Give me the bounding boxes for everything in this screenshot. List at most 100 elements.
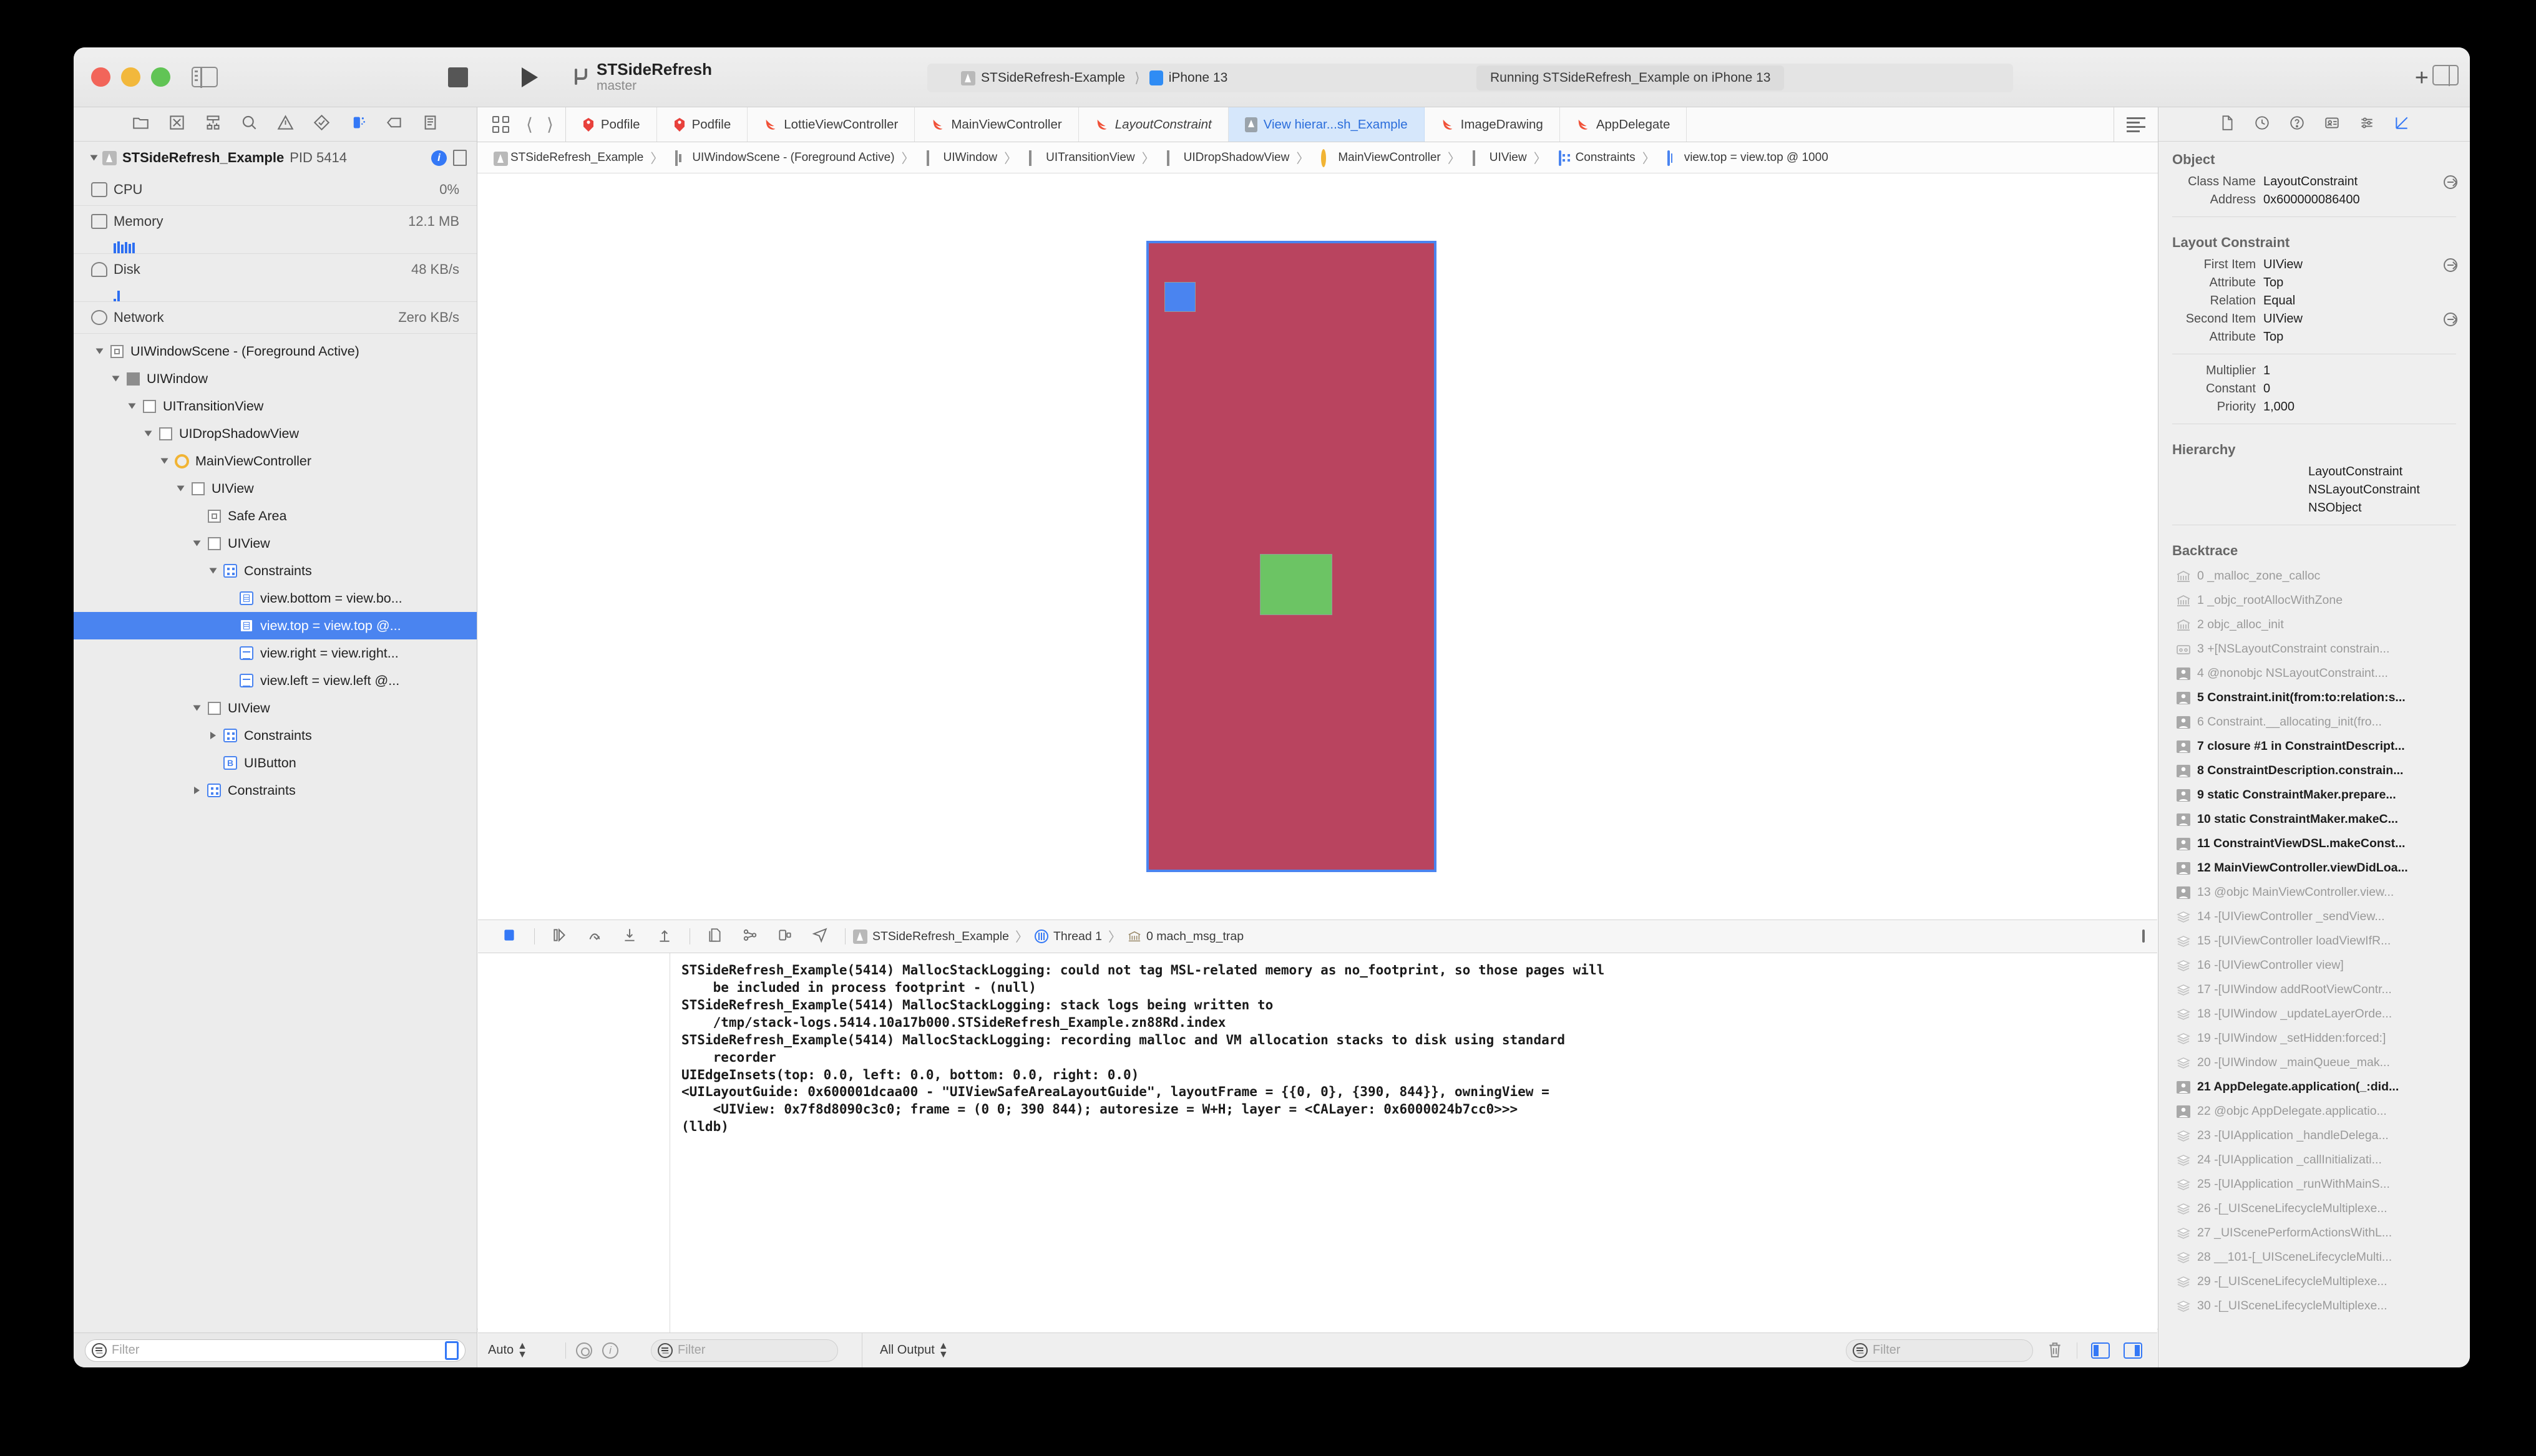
clear-console-icon[interactable] xyxy=(2047,1341,2063,1360)
navigator-filter-input[interactable]: Filter xyxy=(85,1339,466,1362)
disclosure-triangle-icon[interactable] xyxy=(177,485,184,492)
twisty[interactable] xyxy=(188,787,205,794)
reveal-arrow-icon[interactable] xyxy=(2444,312,2457,326)
disclosure-triangle-icon[interactable] xyxy=(90,155,98,161)
gauge-memory[interactable]: Memory 12.1 MB xyxy=(74,206,477,254)
step-over-icon[interactable] xyxy=(542,927,577,946)
breadcrumb-item[interactable]: UIDropShadowView xyxy=(1135,148,1289,167)
backtrace-row[interactable]: 25 -[UIApplication _runWithMainS... xyxy=(2158,1172,2470,1196)
memory-graph-icon[interactable] xyxy=(733,927,768,946)
backtrace-row[interactable]: 23 -[UIApplication _handleDelega... xyxy=(2158,1124,2470,1148)
backtrace-row[interactable]: 9 static ConstraintMaker.prepare... xyxy=(2158,783,2470,807)
output-selector[interactable]: All Output ▲ ▼ xyxy=(880,1341,949,1359)
reveal-arrow-icon[interactable] xyxy=(2444,175,2457,189)
console-filter-input[interactable]: Filter xyxy=(1846,1339,2033,1362)
root-view-render[interactable] xyxy=(1146,241,1436,872)
forward-chevron-icon[interactable]: ⟩ xyxy=(540,114,560,135)
attributes-inspector-icon[interactable] xyxy=(2349,115,2384,134)
back-chevron-icon[interactable]: ⟨ xyxy=(519,114,540,135)
disclosure-triangle-icon[interactable] xyxy=(112,376,119,382)
info-icon[interactable]: i xyxy=(431,150,447,166)
disclosure-triangle-icon[interactable] xyxy=(144,430,152,437)
editor-tab[interactable]: Podfile xyxy=(657,107,748,142)
search-icon[interactable] xyxy=(231,114,267,134)
breadcrumb-item[interactable]: UITransitionView xyxy=(997,148,1135,167)
source-control-icon[interactable] xyxy=(158,114,195,134)
tree-row[interactable]: Constraints xyxy=(74,557,477,585)
editor-tab[interactable]: Podfile xyxy=(566,107,657,142)
tree-row[interactable]: UIView xyxy=(74,530,477,557)
backtrace-row[interactable]: 22 @objc AppDelegate.applicatio... xyxy=(2158,1099,2470,1124)
tree-row[interactable]: UIWindow xyxy=(74,365,477,392)
gauge-disk[interactable]: Disk 48 KB/s xyxy=(74,254,477,302)
tree-row[interactable]: UIView xyxy=(74,475,477,502)
stepper-icon[interactable]: ▲ ▼ xyxy=(939,1341,949,1359)
disclosure-triangle-icon[interactable] xyxy=(209,568,217,574)
debug-icon[interactable] xyxy=(339,114,376,134)
backtrace-row[interactable]: 21 AppDelegate.application(_:did... xyxy=(2158,1075,2470,1099)
stop-button[interactable] xyxy=(448,67,468,87)
test-icon[interactable] xyxy=(303,114,339,134)
variables-filter-input[interactable]: Filter xyxy=(651,1339,838,1362)
twisty[interactable] xyxy=(156,457,172,465)
scheme-selector[interactable]: STSideRefresh-Example ⟩ iPhone 13 xyxy=(961,70,1227,86)
breadcrumb-item[interactable]: Constraints xyxy=(1527,148,1636,167)
twisty[interactable] xyxy=(205,567,221,575)
zoom-button[interactable] xyxy=(151,67,170,87)
file-inspector-icon[interactable] xyxy=(2210,115,2245,134)
folder-icon[interactable] xyxy=(122,114,158,134)
backtrace-row[interactable]: 0 _malloc_zone_calloc xyxy=(2158,564,2470,588)
backtrace-row[interactable]: 3 +[NSLayoutConstraint constrain... xyxy=(2158,637,2470,661)
disclosure-triangle-icon[interactable] xyxy=(193,787,200,794)
info-icon[interactable]: i xyxy=(602,1342,618,1359)
breakpoint-icon[interactable] xyxy=(376,114,412,134)
tree-row[interactable]: UIWindowScene - (Foreground Active) xyxy=(74,337,477,365)
backtrace-row[interactable]: 20 -[UIWindow _mainQueue_mak... xyxy=(2158,1051,2470,1075)
editor-tab[interactable]: MainViewController xyxy=(915,107,1079,142)
backtrace-row[interactable]: 5 Constraint.init(from:to:relation:s... xyxy=(2158,686,2470,710)
report-icon[interactable] xyxy=(412,114,448,134)
debug-breadcrumb-item[interactable]: STSideRefresh_Example xyxy=(853,929,1009,944)
disclosure-triangle-icon[interactable] xyxy=(160,458,168,464)
process-row[interactable]: STSideRefresh_Example PID 5414 i xyxy=(74,142,477,174)
issue-icon[interactable] xyxy=(267,114,303,134)
blue-subview[interactable] xyxy=(1164,282,1196,312)
run-button[interactable] xyxy=(522,67,538,87)
symbol-icon[interactable] xyxy=(195,114,231,134)
tree-row[interactable]: view.top = view.top @... xyxy=(74,612,477,639)
green-subview[interactable] xyxy=(1260,554,1332,615)
toggle-inspector-icon[interactable] xyxy=(2432,64,2459,86)
backtrace-row[interactable]: 7 closure #1 in ConstraintDescript... xyxy=(2158,734,2470,759)
backtrace-row[interactable]: 10 static ConstraintMaker.makeC... xyxy=(2158,807,2470,832)
backtrace-row[interactable]: 28 __101-[_UISceneLifecycleMulti... xyxy=(2158,1245,2470,1269)
disclosure-triangle-icon[interactable] xyxy=(193,540,200,546)
backtrace-row[interactable]: 27 _UIScenePerformActionsWithL... xyxy=(2158,1221,2470,1245)
console-output[interactable]: STSideRefresh_Example(5414) MallocStackL… xyxy=(670,953,2157,1332)
debug-breadcrumb-item[interactable]: 0 mach_msg_trap xyxy=(1128,929,1244,944)
gauge-network[interactable]: Network Zero KB/s xyxy=(74,302,477,334)
minimize-button[interactable] xyxy=(121,67,140,87)
close-button[interactable] xyxy=(91,67,110,87)
tree-row[interactable]: Safe Area xyxy=(74,502,477,530)
tree-row[interactable]: view.bottom = view.bo... xyxy=(74,585,477,612)
view-debug-icon[interactable] xyxy=(698,927,733,946)
debug-breadcrumb-item[interactable]: Thread 1 xyxy=(1034,929,1102,944)
breadcrumb-item[interactable]: UIWindowScene - (Foreground Active) xyxy=(643,148,895,167)
backtrace-row[interactable]: 11 ConstraintViewDSL.makeConst... xyxy=(2158,832,2470,856)
backtrace-row[interactable]: 29 -[_UISceneLifecycleMultiplexe... xyxy=(2158,1269,2470,1294)
disclosure-triangle-icon[interactable] xyxy=(193,705,200,711)
disclosure-triangle-icon[interactable] xyxy=(95,348,103,354)
tree-row[interactable]: view.left = view.left @... xyxy=(74,667,477,694)
scope-eye-icon[interactable] xyxy=(576,1342,592,1359)
minimap-icon[interactable] xyxy=(2127,117,2145,132)
editor-tab[interactable]: AppDelegate xyxy=(1560,107,1687,142)
backtrace-row[interactable]: 26 -[_UISceneLifecycleMultiplexe... xyxy=(2158,1196,2470,1221)
simulate-location-icon[interactable] xyxy=(802,927,837,946)
auto-selector[interactable]: Auto ▲ ▼ xyxy=(488,1341,527,1359)
console-toggle-icon[interactable] xyxy=(2142,929,2145,943)
step-out-icon[interactable] xyxy=(612,927,647,946)
backtrace-row[interactable]: 24 -[UIApplication _callInitializati... xyxy=(2158,1148,2470,1172)
editor-tab[interactable]: LayoutConstraint xyxy=(1079,107,1229,142)
breadcrumb-item[interactable]: view.top = view.top @ 1000 xyxy=(1636,148,1828,167)
twisty[interactable] xyxy=(124,402,140,410)
